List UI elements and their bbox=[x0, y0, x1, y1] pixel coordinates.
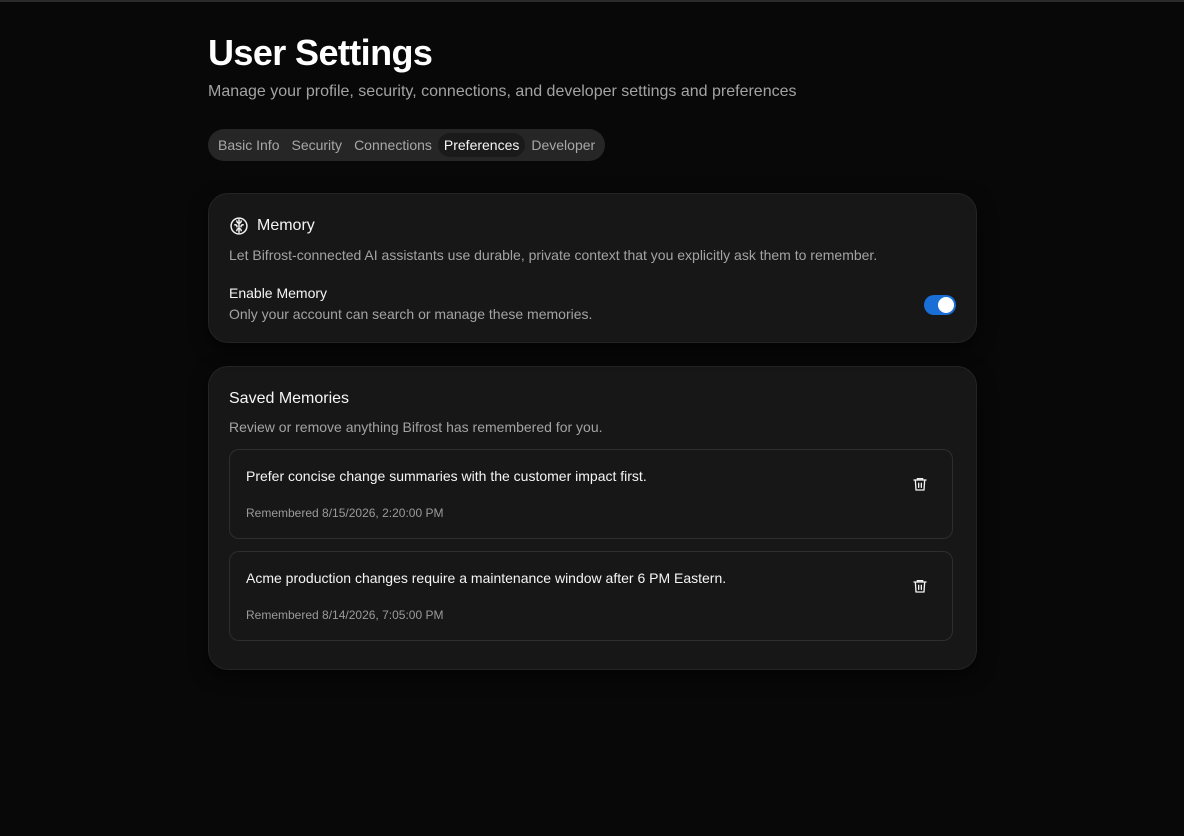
saved-memories-title: Saved Memories bbox=[229, 390, 350, 407]
page-title: User Settings bbox=[208, 32, 433, 73]
saved-memories-description: Review or remove anything Bifrost has re… bbox=[229, 419, 603, 435]
brain-icon bbox=[229, 216, 249, 236]
memory-list: Prefer concise change summaries with the… bbox=[229, 449, 953, 641]
delete-memory-button[interactable] bbox=[908, 574, 932, 598]
top-border bbox=[0, 0, 1184, 2]
enable-memory-label: Enable Memory bbox=[229, 285, 328, 301]
memory-card-header: Memory bbox=[229, 214, 956, 238]
tab-connections[interactable]: Connections bbox=[348, 133, 438, 157]
memory-date: Remembered 8/15/2026, 2:20:00 PM bbox=[246, 506, 444, 520]
settings-page: User Settings Manage your profile, secur… bbox=[208, 32, 977, 670]
tab-preferences[interactable]: Preferences bbox=[437, 133, 526, 157]
memory-item: Acme production changes require a mainte… bbox=[229, 551, 953, 641]
tab-basic-info[interactable]: Basic Info bbox=[212, 133, 285, 157]
enable-memory-text: Enable Memory Only your account can sear… bbox=[229, 284, 592, 323]
memory-text: Prefer concise change summaries with the… bbox=[246, 468, 647, 484]
delete-memory-button[interactable] bbox=[908, 472, 932, 496]
memory-card-title: Memory bbox=[257, 217, 315, 234]
trash-icon bbox=[912, 476, 928, 492]
tab-security[interactable]: Security bbox=[285, 133, 348, 157]
settings-tabs: Basic Info Security Connections Preferen… bbox=[208, 129, 606, 161]
enable-memory-help: Only your account can search or manage t… bbox=[229, 306, 593, 322]
trash-icon bbox=[912, 578, 928, 594]
tab-developer[interactable]: Developer bbox=[525, 133, 601, 157]
toggle-knob bbox=[938, 296, 954, 313]
page-subtitle: Manage your profile, security, connectio… bbox=[208, 83, 797, 100]
memory-text: Acme production changes require a mainte… bbox=[246, 570, 727, 586]
memory-card: Memory Let Bifrost-connected AI assistan… bbox=[208, 193, 977, 343]
memory-date: Remembered 8/14/2026, 7:05:00 PM bbox=[246, 608, 444, 622]
saved-memories-card: Saved Memories Review or remove anything… bbox=[208, 366, 977, 670]
memory-card-description: Let Bifrost-connected AI assistants use … bbox=[229, 247, 878, 263]
enable-memory-toggle[interactable] bbox=[924, 294, 956, 315]
enable-memory-setting: Enable Memory Only your account can sear… bbox=[229, 284, 956, 323]
memory-item: Prefer concise change summaries with the… bbox=[229, 449, 953, 539]
